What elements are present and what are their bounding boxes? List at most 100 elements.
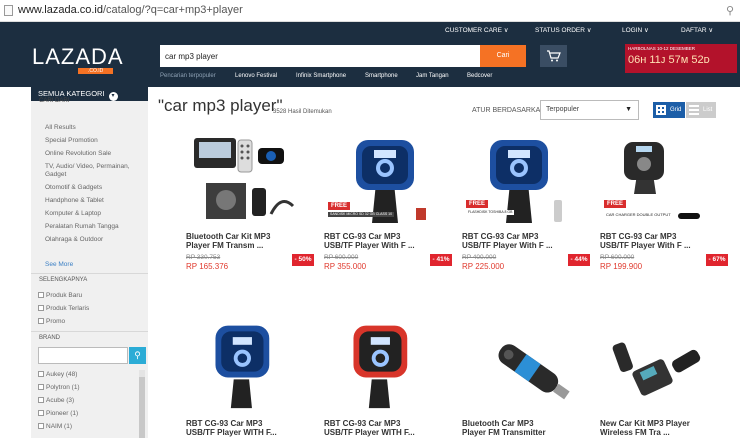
checkbox[interactable]	[38, 292, 44, 298]
product-name[interactable]: New Car Kit MP3 Player Wireless FM Tra ..…	[600, 419, 730, 437]
list-view-button[interactable]: List	[686, 102, 716, 118]
status-order-link[interactable]: STATUS ORDER ∨	[535, 26, 592, 34]
sort-value: Terpopuler	[546, 106, 580, 113]
original-price: RP 600.000	[324, 254, 359, 261]
sale-price: RP 355.000	[324, 262, 367, 271]
logo[interactable]: LAZADA	[32, 44, 124, 70]
grid-view-button[interactable]: Grid	[653, 102, 685, 118]
filter-checkbox-promo[interactable]: Promo	[38, 318, 65, 325]
product-name[interactable]: Bluetooth Car Kit MP3 Player FM Transm ..…	[186, 232, 316, 250]
brand-search-button[interactable]: ⚲	[129, 347, 146, 364]
product-image[interactable]	[186, 128, 316, 228]
free-gift-badge: FREE	[604, 200, 627, 208]
checkbox[interactable]	[38, 318, 44, 324]
list-icon	[689, 105, 699, 115]
daftar-link[interactable]: DAFTAR ∨	[681, 26, 713, 34]
checkbox-label: Acube (3)	[46, 397, 75, 404]
search-button[interactable]: Cari	[480, 45, 526, 67]
product-name[interactable]: RBT CG-93 Car MP3 USB/TF Player With F ..…	[600, 232, 730, 250]
brand-checkbox[interactable]: Pioneer (1)	[38, 410, 78, 417]
product-image[interactable]	[462, 316, 592, 412]
cari-dari-heading: CARI DARI	[39, 98, 70, 104]
free-gift-badge: FREE	[328, 202, 351, 210]
original-price: RP 400.000	[462, 254, 497, 261]
logo-sub: .CO.ID	[78, 68, 114, 74]
category-link[interactable]: Gadget	[45, 171, 66, 179]
product-name[interactable]: RBT CG-93 Car MP3 USB/TF Player WITH F...	[324, 419, 454, 437]
sale-price: RP 225.000	[462, 262, 505, 271]
free-gift-badge: FREE	[466, 200, 489, 208]
sidebar: SEMUA KATEGORI ▾ CARI DARI All Results Sp…	[31, 87, 148, 438]
search-input[interactable]	[160, 45, 480, 67]
checkbox[interactable]	[38, 410, 44, 416]
product-name-line: Player FM Transmitter	[462, 428, 546, 437]
checkbox-label: NAIM (1)	[46, 423, 72, 430]
filter-checkbox-new[interactable]: Produk Baru	[38, 292, 82, 299]
product-name-line: Wireless FM Tra ...	[600, 428, 670, 437]
product-image[interactable]	[600, 316, 730, 412]
checkbox[interactable]	[38, 423, 44, 429]
sale-price: RP 165.376	[186, 262, 229, 271]
category-link[interactable]: Komputer & Laptop	[45, 210, 101, 218]
checkbox[interactable]	[38, 384, 44, 390]
category-link[interactable]: Special Promotion	[45, 137, 98, 145]
results-count: 3528 Hasil Ditemukan	[273, 109, 332, 115]
product-name-line: RBT CG-93 Car MP3	[324, 232, 401, 241]
search-icon: ⚲	[134, 350, 141, 360]
quick-link-jam[interactable]: Jam Tangan	[416, 73, 449, 83]
checkbox-label: Polytron (1)	[46, 384, 80, 391]
all-categories-label: SEMUA KATEGORI	[38, 89, 105, 98]
page-icon	[4, 5, 13, 16]
brand-search-input[interactable]	[38, 347, 128, 364]
discount-badge: - 44%	[568, 254, 590, 266]
quick-links-label: Pencarian terpopuler	[160, 73, 216, 79]
cart-icon	[547, 50, 561, 62]
brand-checkbox[interactable]: Polytron (1)	[38, 384, 80, 391]
category-link[interactable]: Online Revolution Sale	[45, 150, 111, 158]
checkbox[interactable]	[38, 371, 44, 377]
original-price: RP 600.000	[600, 254, 635, 261]
address-bar[interactable]: www.lazada.co.id/catalog/?q=car+mp3+play…	[0, 0, 740, 22]
quick-link-smartphone[interactable]: Smartphone	[365, 73, 398, 83]
checkbox-label: Aukey (48)	[46, 371, 78, 378]
category-link[interactable]: Handphone & Tablet	[45, 197, 104, 205]
sale-price: RP 199.900	[600, 262, 643, 271]
checkbox[interactable]	[38, 397, 44, 403]
quick-link-infinix[interactable]: Infinix Smartphone	[296, 73, 346, 83]
sort-dropdown[interactable]: Terpopuler ▼	[540, 100, 639, 120]
filter-checkbox-bestseller[interactable]: Produk Terlaris	[38, 305, 89, 312]
product-name-line: USB/TF Player With F ...	[462, 241, 553, 250]
url-text[interactable]: www.lazada.co.id/catalog/?q=car+mp3+play…	[18, 4, 243, 16]
category-link[interactable]: Otomotif & Gadgets	[45, 184, 102, 192]
zoom-icon[interactable]: ⚲	[726, 4, 734, 17]
brand-checkbox[interactable]: Acube (3)	[38, 397, 74, 404]
product-image[interactable]	[186, 316, 316, 412]
category-link[interactable]: Olahraga & Outdoor	[45, 236, 103, 244]
category-link[interactable]: All Results	[45, 124, 76, 132]
site-header: CUSTOMER CARE ∨ STATUS ORDER ∨ LOGIN ∨ D…	[0, 22, 740, 87]
login-link[interactable]: LOGIN ∨	[622, 26, 649, 34]
cart-button[interactable]	[540, 45, 567, 67]
list-label: List	[703, 107, 713, 113]
checkbox[interactable]	[38, 305, 44, 311]
quick-link-bedcover[interactable]: Bedcover	[467, 73, 492, 83]
product-name[interactable]: Bluetooth Car MP3 Player FM Transmitter	[462, 419, 592, 437]
category-link[interactable]: Peralatan Rumah Tangga	[45, 223, 119, 231]
product-image[interactable]	[324, 316, 454, 412]
checkbox-label: Promo	[46, 318, 66, 325]
free-gift-note: CAR CHARGER DOUBLE OUTPUT	[604, 212, 673, 217]
see-more-link[interactable]: See More	[45, 261, 73, 269]
product-name[interactable]: RBT CG-93 Car MP3 USB/TF Player With F ..…	[324, 232, 454, 250]
brand-scrollbar-thumb[interactable]	[139, 377, 145, 438]
brand-checkbox[interactable]: NAIM (1)	[38, 423, 72, 430]
product-name[interactable]: RBT CG-93 Car MP3 USB/TF Player WITH F...	[186, 419, 316, 437]
brand-checkbox[interactable]: Aukey (48)	[38, 371, 77, 378]
promo-countdown[interactable]: HARBOLNAS 10-12 DESEMBER 06ʜ 11ᴊ 57ᴍ 52ᴅ	[625, 44, 737, 73]
category-link[interactable]: TV, Audio/ Video, Permainan,	[45, 163, 130, 171]
quick-link-lenovo[interactable]: Lenovo Festival	[235, 73, 277, 83]
checkbox-label: Pioneer (1)	[46, 410, 79, 417]
product-name[interactable]: RBT CG-93 Car MP3 USB/TF Player With F ..…	[462, 232, 592, 250]
product-name-line: USB/TF Player WITH F...	[186, 428, 277, 437]
customer-care-link[interactable]: CUSTOMER CARE ∨	[445, 26, 509, 34]
product-name-line: RBT CG-93 Car MP3	[462, 232, 539, 241]
